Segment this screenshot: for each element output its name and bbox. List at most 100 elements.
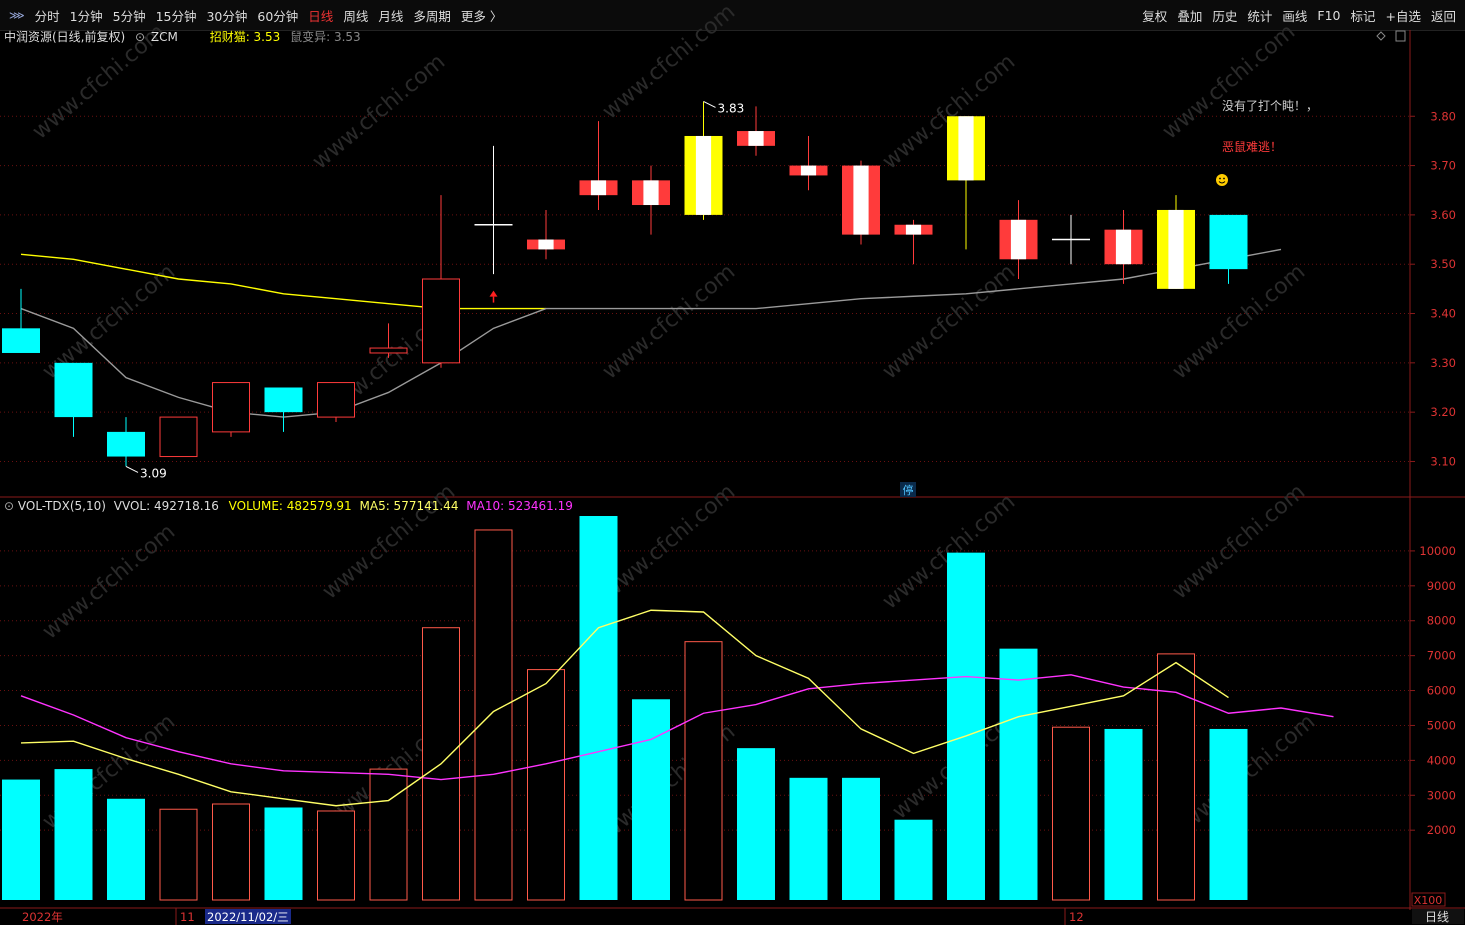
indicator-shubianyi: 鼠变异: 3.53 bbox=[290, 30, 361, 44]
stock-code: ZCM bbox=[150, 30, 178, 44]
candle-body-inner-22 bbox=[1168, 209, 1184, 289]
mid-marker-label: 停 bbox=[903, 483, 914, 497]
volume-bar-11 bbox=[579, 516, 618, 900]
buy-arrow-icon bbox=[489, 290, 498, 297]
vol-tick-label-0: 2000 bbox=[1427, 823, 1456, 837]
main-chart-header: 中润资源(日线,前复权) ⊙ ZCM 招财猫: 3.53 鼠变异: 3.53 bbox=[4, 28, 361, 45]
watermark-1: www.cfchi.com bbox=[308, 49, 450, 174]
candle-body-inner-11 bbox=[590, 180, 607, 196]
vol-tick-label-7: 9000 bbox=[1427, 579, 1456, 593]
diamond-icon bbox=[1376, 31, 1386, 41]
volume-value: VOLUME: 482579.91 bbox=[228, 499, 352, 513]
candle-body-3 bbox=[159, 416, 198, 458]
volume-bar-5 bbox=[264, 807, 303, 900]
low-price-label: 3.09 bbox=[140, 466, 167, 480]
volume-bar-7 bbox=[369, 768, 408, 901]
watermark-19: www.cfchi.com bbox=[1178, 709, 1320, 834]
vol-settings-icon[interactable]: ⊙ bbox=[4, 499, 14, 513]
price-tick-label-0: 3.10 bbox=[1430, 454, 1456, 468]
volume-bar-13 bbox=[684, 641, 723, 901]
note-text-2: 恶鼠难逃！ bbox=[1222, 140, 1282, 154]
candle-body-6 bbox=[317, 382, 355, 418]
vol-tick-label-8: 10000 bbox=[1419, 544, 1456, 558]
smiley-face-icon bbox=[1216, 174, 1228, 186]
volume-bar-16 bbox=[842, 777, 880, 900]
watermark-4: www.cfchi.com bbox=[1158, 19, 1300, 144]
volume-bar-1 bbox=[54, 769, 93, 900]
watermark-7: www.cfchi.com bbox=[598, 259, 740, 384]
candle-body-inner-18 bbox=[958, 116, 974, 181]
volume-bar-23 bbox=[1209, 728, 1248, 900]
volume-bar-12 bbox=[632, 699, 670, 900]
vol-tick-label-5: 7000 bbox=[1427, 649, 1456, 663]
candle-body-inner-12 bbox=[643, 180, 659, 206]
vol-tick-label-2: 4000 bbox=[1427, 753, 1456, 767]
price-tick-label-5: 3.60 bbox=[1430, 208, 1456, 222]
price-tick-label-4: 3.50 bbox=[1430, 257, 1456, 271]
price-tick-label-2: 3.30 bbox=[1430, 356, 1456, 370]
candle-body-8 bbox=[422, 278, 460, 364]
price-tick-label-7: 3.80 bbox=[1430, 109, 1456, 123]
candle-body-inner-17 bbox=[905, 224, 922, 235]
high-price-pointer bbox=[703, 101, 716, 108]
date-month-11-label: 11 bbox=[180, 910, 195, 924]
volume-bar-6 bbox=[317, 810, 355, 901]
candle-body-23 bbox=[1209, 214, 1248, 270]
vol-tick-label-1: 3000 bbox=[1427, 788, 1456, 802]
price-tick-label-6: 3.70 bbox=[1430, 159, 1456, 173]
candle-body-inner-15 bbox=[800, 165, 817, 176]
volume-bar-10 bbox=[527, 669, 565, 901]
candle-body-inner-10 bbox=[538, 239, 554, 250]
candle-body-4 bbox=[212, 382, 250, 433]
smiley-eye-left bbox=[1219, 177, 1221, 180]
volume-bar-18 bbox=[947, 552, 985, 900]
volume-bar-9 bbox=[474, 529, 513, 901]
volume-bar-20 bbox=[1052, 726, 1090, 901]
ma10-value: MA10: 523461.19 bbox=[466, 499, 573, 513]
date-month-12-label: 12 bbox=[1069, 910, 1084, 924]
period-label: 日线 bbox=[1425, 910, 1449, 924]
low-price-pointer bbox=[125, 465, 139, 473]
candle-body-1 bbox=[54, 362, 93, 418]
smiley-eye-right bbox=[1223, 177, 1225, 180]
stock-title: 中润资源(日线,前复权) bbox=[4, 30, 126, 44]
candle-body-7 bbox=[369, 347, 408, 354]
volume-bar-21 bbox=[1104, 728, 1143, 900]
vol-indicator-name: VOL-TDX(5,10) bbox=[17, 499, 106, 513]
candle-body-2 bbox=[107, 431, 145, 457]
ma-yellow-line bbox=[20, 253, 546, 310]
window-icon bbox=[1395, 30, 1406, 42]
volume-bar-14 bbox=[737, 748, 775, 900]
candle-body-5 bbox=[264, 387, 303, 413]
ma5-value: MA5: 577141.44 bbox=[359, 499, 459, 513]
price-tick-label-1: 3.20 bbox=[1430, 405, 1456, 419]
candle-body-inner-14 bbox=[748, 131, 764, 146]
volume-bar-15 bbox=[789, 777, 828, 900]
date-year-label: 2022年 bbox=[22, 910, 63, 924]
volume-bar-19 bbox=[999, 648, 1038, 900]
indicator-zhaocaimao: 招财猫: 3.53 bbox=[209, 30, 281, 44]
vol-tick-label-4: 6000 bbox=[1427, 684, 1456, 698]
watermark-8: www.cfchi.com bbox=[878, 259, 1020, 384]
candle-body-0 bbox=[2, 328, 40, 353]
volume-bar-2 bbox=[107, 798, 145, 900]
vol-tick-label-3: 5000 bbox=[1427, 718, 1456, 732]
note-text-1: 没有了打个盹！， bbox=[1222, 98, 1318, 113]
watermark-10: www.cfchi.com bbox=[38, 519, 180, 644]
high-price-label: 3.83 bbox=[718, 101, 745, 115]
vvol-value: VVOL: 492718.16 bbox=[113, 499, 219, 513]
candle-body-inner-13 bbox=[695, 135, 712, 215]
candle-body-inner-19 bbox=[1010, 219, 1027, 260]
price-tick-label-3: 3.40 bbox=[1430, 307, 1456, 321]
volume-bar-17 bbox=[894, 819, 933, 900]
vol-ma5-line bbox=[20, 609, 1229, 807]
info-icon[interactable]: ⊙ bbox=[135, 30, 145, 44]
volume-header: ⊙ VOL-TDX(5,10) VVOL: 492718.16 VOLUME: … bbox=[4, 499, 573, 513]
volume-bar-3 bbox=[159, 808, 198, 901]
chart-canvas: 3.10 3.20 3.30 3.40 3.50 3.60 3.70 3.80 2000 3000… bbox=[0, 0, 1465, 925]
candle-body-inner-16 bbox=[853, 165, 869, 235]
volume-bar-0 bbox=[2, 779, 40, 900]
candle-body-inner-21 bbox=[1115, 229, 1132, 265]
volume-bar-4 bbox=[212, 803, 250, 901]
vol-tick-label-6: 8000 bbox=[1427, 614, 1456, 628]
